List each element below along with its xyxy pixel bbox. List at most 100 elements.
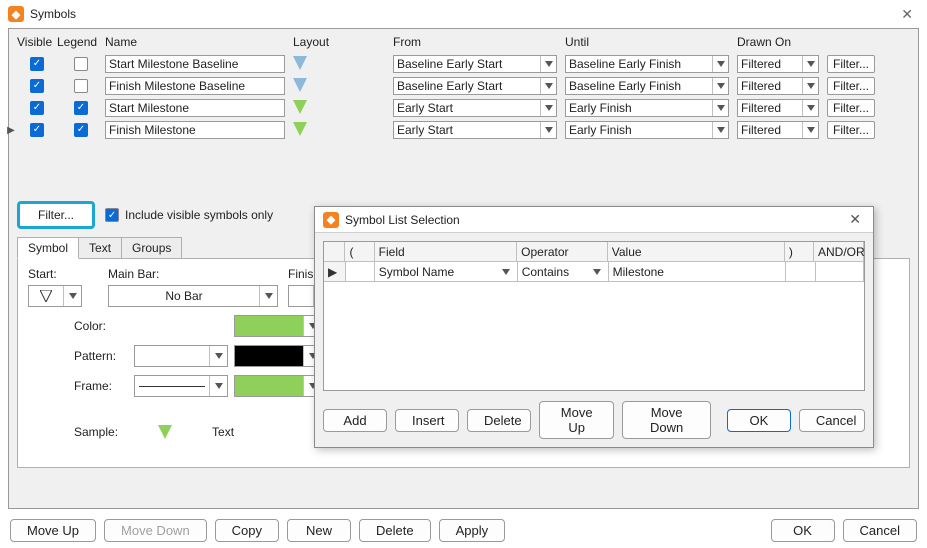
visible-checkbox[interactable] xyxy=(30,79,44,93)
drawn-select[interactable]: Filtered xyxy=(737,77,819,95)
layout-triangle-icon xyxy=(293,78,307,92)
chevron-down-icon xyxy=(712,78,728,94)
window-close-button[interactable]: ✕ xyxy=(895,6,919,23)
col-drawn: Drawn On xyxy=(737,35,827,49)
cell-close-paren[interactable] xyxy=(786,262,815,282)
titlebar: ◆ Symbols ✕ xyxy=(0,0,927,28)
move-down-button[interactable]: Move Down xyxy=(104,519,207,542)
color-label: Color: xyxy=(74,319,134,333)
until-select[interactable]: Baseline Early Finish xyxy=(565,55,729,73)
cell-value[interactable]: Milestone xyxy=(609,262,787,282)
chevron-down-icon xyxy=(259,286,277,306)
drawn-select[interactable]: Filtered xyxy=(737,55,819,73)
pattern-left-swatch[interactable] xyxy=(134,345,228,367)
col-from: From xyxy=(393,35,565,49)
legend-checkbox[interactable] xyxy=(74,123,88,137)
filter-button[interactable]: Filter... xyxy=(17,201,95,229)
ok-button[interactable]: OK xyxy=(771,519,835,542)
delete-button[interactable]: Delete xyxy=(359,519,431,542)
pattern-label: Pattern: xyxy=(74,349,134,363)
table-row[interactable]: Start Milestone Early Start Early Finish Fi… xyxy=(17,97,910,119)
dlg-move-up-button[interactable]: Move Up xyxy=(539,401,614,439)
drawn-select[interactable]: Filtered xyxy=(737,121,819,139)
sample-text: Text xyxy=(212,425,234,439)
until-select[interactable]: Early Finish xyxy=(565,121,729,139)
col-visible: Visible xyxy=(17,35,57,49)
from-select[interactable]: Early Start xyxy=(393,99,557,117)
name-cell[interactable]: Finish Milestone Baseline xyxy=(105,77,285,95)
tab-symbol[interactable]: Symbol xyxy=(17,237,79,259)
cell-open-paren[interactable] xyxy=(346,262,375,282)
mainbar-value: No Bar xyxy=(109,289,259,303)
from-select[interactable]: Baseline Early Start xyxy=(393,77,557,95)
col-until: Until xyxy=(565,35,737,49)
include-visible-checkbox[interactable] xyxy=(105,208,119,222)
dlg-add-button[interactable]: Add xyxy=(323,409,387,432)
chevron-down-icon xyxy=(63,286,81,306)
tab-groups[interactable]: Groups xyxy=(121,237,182,259)
until-select[interactable]: Early Finish xyxy=(565,99,729,117)
symbols-window: ◆ Symbols ✕ Visible Legend Name Layout F… xyxy=(0,0,927,548)
legend-checkbox[interactable] xyxy=(74,79,88,93)
copy-button[interactable]: Copy xyxy=(215,519,279,542)
legend-checkbox[interactable] xyxy=(74,101,88,115)
row-filter-button[interactable]: Filter... xyxy=(827,55,875,73)
move-up-button[interactable]: Move Up xyxy=(10,519,96,542)
start-shape-icon xyxy=(40,290,52,302)
until-select[interactable]: Baseline Early Finish xyxy=(565,77,729,95)
tab-text[interactable]: Text xyxy=(78,237,122,259)
visible-checkbox[interactable] xyxy=(30,57,44,71)
new-button[interactable]: New xyxy=(287,519,351,542)
from-select[interactable]: Baseline Early Start xyxy=(393,55,557,73)
col-open-paren: ( xyxy=(345,242,374,262)
col-name: Name xyxy=(105,35,293,49)
dlg-ok-button[interactable]: OK xyxy=(727,409,791,432)
from-select[interactable]: Early Start xyxy=(393,121,557,139)
symbols-grid: Visible Legend Name Layout From Until Dr… xyxy=(17,35,910,141)
cell-operator[interactable]: Contains xyxy=(518,262,609,282)
visible-checkbox[interactable] xyxy=(30,101,44,115)
drawn-select[interactable]: Filtered xyxy=(737,99,819,117)
layout-triangle-icon xyxy=(293,100,307,114)
dlg-delete-button[interactable]: Delete xyxy=(467,409,531,432)
frame-label: Frame: xyxy=(74,379,134,393)
name-cell[interactable]: Start Milestone Baseline xyxy=(105,55,285,73)
row-filter-button[interactable]: Filter... xyxy=(827,77,875,95)
row-filter-button[interactable]: Filter... xyxy=(827,121,875,139)
app-logo-icon: ◆ xyxy=(8,6,24,22)
name-cell[interactable]: Finish Milestone xyxy=(105,121,285,139)
mainbar-label: Main Bar: xyxy=(108,267,278,281)
col-field: Field xyxy=(375,242,517,262)
frame-right-swatch[interactable] xyxy=(234,375,322,397)
dlg-insert-button[interactable]: Insert xyxy=(395,409,459,432)
chevron-down-icon xyxy=(590,269,604,275)
grid-header: Visible Legend Name Layout From Until Dr… xyxy=(17,35,910,53)
dialog-row[interactable]: ▶ Symbol Name Contains Milestone xyxy=(324,262,864,282)
cell-field[interactable]: Symbol Name xyxy=(375,262,518,282)
legend-checkbox[interactable] xyxy=(74,57,88,71)
pattern-right-swatch[interactable] xyxy=(234,345,322,367)
dialog-titlebar: ◆ Symbol List Selection ✕ xyxy=(315,207,873,233)
mainbar-select[interactable]: No Bar xyxy=(108,285,278,307)
layout-triangle-icon xyxy=(293,56,307,70)
table-row[interactable]: Start Milestone Baseline Baseline Early S… xyxy=(17,53,910,75)
dialog-buttons: Add Insert Delete Move Up Move Down OK C… xyxy=(323,401,865,439)
cancel-button[interactable]: Cancel xyxy=(843,519,917,542)
close-icon: ✕ xyxy=(849,211,861,227)
table-row[interactable]: Finish Milestone Baseline Baseline Early … xyxy=(17,75,910,97)
cell-andor[interactable] xyxy=(816,262,865,282)
dlg-move-down-button[interactable]: Move Down xyxy=(622,401,711,439)
table-row[interactable]: ▶Finish MilestoneEarly StartEarly Finish… xyxy=(17,119,910,141)
dialog-close-button[interactable]: ✕ xyxy=(845,211,865,228)
apply-button[interactable]: Apply xyxy=(439,519,506,542)
row-filter-button[interactable]: Filter... xyxy=(827,99,875,117)
color-swatch[interactable] xyxy=(234,315,322,337)
frame-left-swatch[interactable] xyxy=(134,375,228,397)
include-visible-label: Include visible symbols only xyxy=(125,208,273,222)
dlg-cancel-button[interactable]: Cancel xyxy=(799,409,865,432)
visible-checkbox[interactable] xyxy=(30,123,44,137)
name-cell[interactable]: Start Milestone xyxy=(105,99,285,117)
dialog-grid: ( Field Operator Value ) AND/OR ▶ Symbol… xyxy=(323,241,865,391)
col-close-paren: ) xyxy=(785,242,814,262)
start-shape-select[interactable] xyxy=(28,285,82,307)
